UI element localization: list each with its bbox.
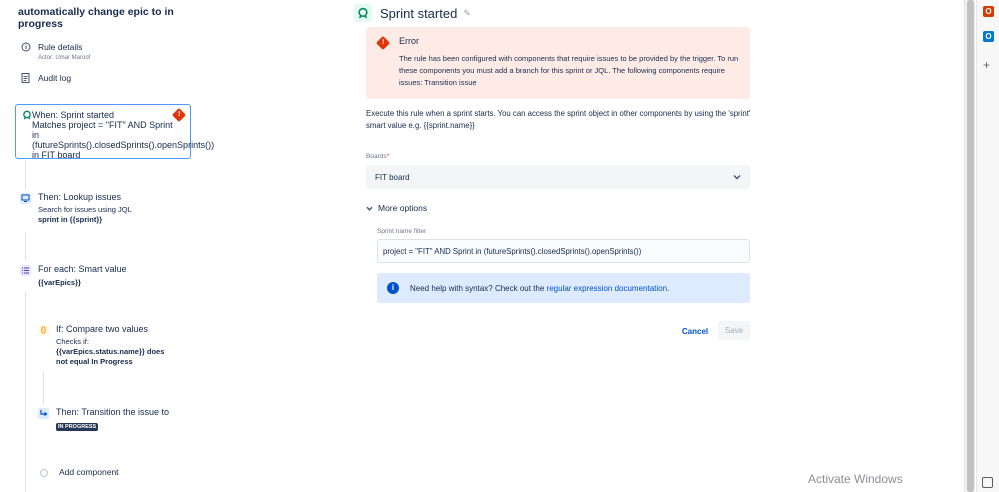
info-text-start: Need help with syntax? Check out the [410,283,547,293]
lookup-jql: sprint in {{sprint}} [38,215,103,224]
for-each-step[interactable]: For each: Smart value {{varEpics}} [20,264,127,288]
warning-icon: ! [375,35,391,51]
rule-details-link[interactable]: Rule details Actor: Umar Maroof [20,42,90,61]
connector-line [43,372,44,404]
audit-log-link[interactable]: Audit log [20,73,71,84]
list-icon [20,265,31,276]
document-icon [20,73,31,84]
audit-log-label: Audit log [38,73,72,83]
error-banner: ! Error The rule has been configured wit… [366,27,750,99]
office-icon[interactable]: O [983,6,994,17]
syntax-help-banner: i Need help with syntax? Check out the r… [377,273,750,303]
compare-description: Checks if: [56,337,89,346]
trigger-description: Matches project = "FIT" AND Sprint in (f… [32,120,215,160]
for-each-value: {{varEpics}} [38,278,81,287]
compare-condition: {{varEpics.status.name}} does not equal … [56,347,165,366]
info-text: Need help with syntax? Check out the reg… [410,284,669,293]
braces-icon: {} [38,325,49,336]
sprint-trigger-icon [354,4,372,22]
more-options-toggle[interactable]: More options [366,203,427,213]
chevron-down-icon [733,173,741,182]
compare-title: If: Compare two values [56,324,149,334]
outlook-icon[interactable]: O [983,31,994,42]
info-text-end: . [667,283,670,293]
more-options-label: More options [378,203,428,213]
rule-details-label: Rule details [38,42,83,52]
info-icon [20,42,31,53]
panel-title: Sprint started [380,5,458,21]
vertical-scrollbar[interactable] [964,0,975,492]
sidebar-toggle-icon[interactable] [982,477,993,488]
lookup-icon [20,193,31,204]
connector-line [25,232,26,260]
lookup-title: Then: Lookup issues [38,192,122,202]
sprint-filter-value: project = "FIT" AND Sprint in (futureSpr… [383,246,642,256]
lookup-description: Search for issues using JQL [38,205,132,214]
transition-step[interactable]: Then: Transition the issue to IN PROGRES… [38,407,169,431]
connector-line [25,292,26,492]
sprint-filter-label: Sprint name filter [377,228,427,235]
boards-label-text: Boards [366,153,387,160]
error-message: The rule has been configured with compon… [399,54,739,87]
plus-icon[interactable]: + [983,58,990,72]
rule-actor: Actor: Umar Maroof [38,55,91,61]
sprint-name-filter-input[interactable]: project = "FIT" AND Sprint in (futureSpr… [377,239,750,263]
lookup-issues-step[interactable]: Then: Lookup issues Search for issues us… [20,192,132,225]
cancel-button[interactable]: Cancel [676,322,714,340]
add-node-icon [40,469,48,477]
connector-line [25,160,26,190]
boards-label: Boards* [366,153,389,160]
info-icon: i [387,282,399,294]
compare-values-step[interactable]: {} If: Compare two values Checks if: {{v… [38,324,178,367]
trigger-description-text: Execute this rule when a sprint starts. … [366,109,751,130]
activate-windows-watermark: Activate Windows [808,472,903,486]
for-each-title: For each: Smart value [38,264,127,274]
edit-pencil-icon[interactable]: ✎ [463,8,471,19]
rule-title: automatically change epic to in progress [18,6,174,30]
transition-icon [38,408,49,419]
rule-sidebar: automatically change epic to in progress… [0,0,215,492]
error-title: Error [399,36,419,46]
trigger-step-card[interactable]: When: Sprint started Matches project = "… [15,104,215,160]
panel-header: Sprint started ✎ [354,4,471,22]
status-badge: IN PROGRESS [56,423,99,431]
required-marker: * [386,153,390,160]
browser-side-rail: O O + [976,0,999,492]
sprint-trigger-icon [22,110,32,122]
add-component-label: Add component [59,467,119,477]
boards-select-value: FIT board [375,172,410,182]
save-button[interactable]: Save [718,321,750,340]
transition-title: Then: Transition the issue to [56,407,170,417]
boards-select[interactable]: FIT board [366,165,750,189]
trigger-title: When: Sprint started [32,110,115,120]
regex-docs-link[interactable]: regular expression documentation [547,284,668,293]
add-component-button[interactable]: Add component [38,467,119,478]
scrollbar-thumb[interactable] [967,0,974,492]
chevron-down-icon [366,204,373,213]
